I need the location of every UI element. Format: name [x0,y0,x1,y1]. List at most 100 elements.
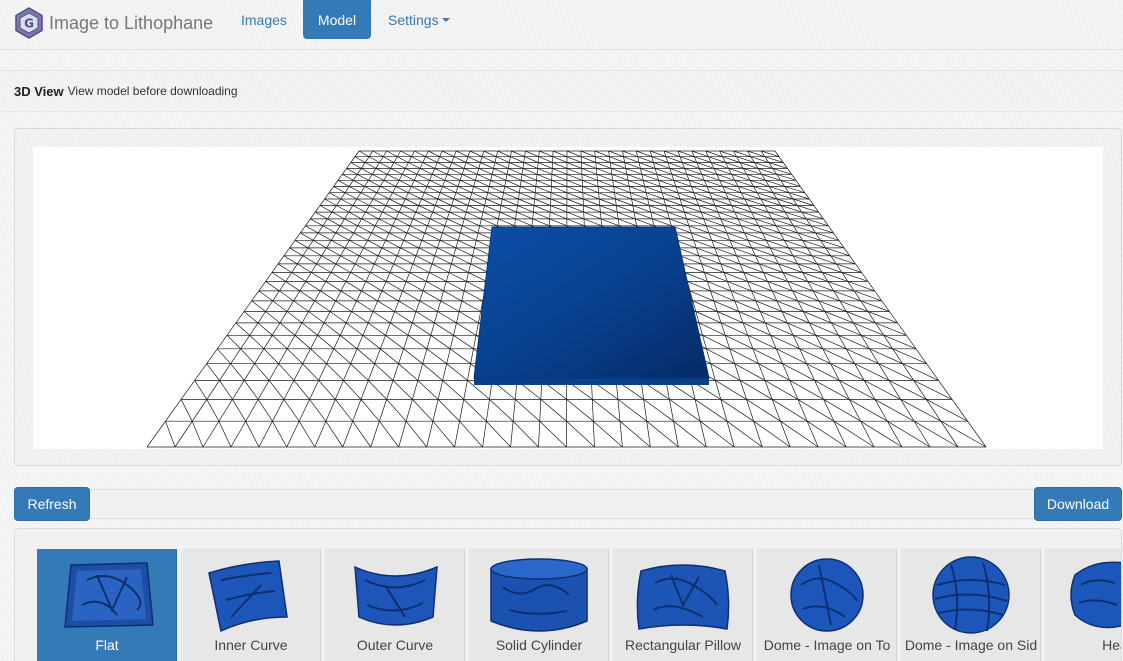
grid-line [395,218,411,227]
shape-card-inner-curve[interactable]: Inner Curve [181,549,321,661]
grid-line [405,281,424,292]
grid-line [417,173,430,181]
grid-line [772,168,792,175]
grid-line [538,156,553,163]
grid-line [566,218,585,227]
grid-line [758,363,790,381]
grid-line [599,198,617,206]
grid-line [356,300,374,312]
grid-line [552,156,568,163]
nav-images[interactable]: Images [241,0,287,39]
grid-line [291,272,306,282]
grid-line [446,281,465,292]
grid-line [581,162,597,169]
grid-line [536,179,552,187]
3d-viewer-canvas[interactable] [33,147,1103,449]
grid-line [456,322,477,336]
shape-card-outer-curve[interactable]: Outer Curve [325,549,465,661]
grid-line [344,247,360,257]
grid-line [429,218,446,227]
grid-line [362,335,381,350]
grid-line [692,300,718,312]
grid-line [411,186,425,194]
grid-line [412,218,428,227]
grid-line [243,311,259,324]
grid-line [435,205,450,213]
grid-line [615,198,633,206]
grid-line [753,420,791,448]
shape-card-dome-side[interactable]: Dome - Image on Sid [901,549,1041,661]
grid-line [539,420,567,448]
grid-line [673,179,692,187]
nav-settings[interactable]: Settings [388,0,450,39]
grid-line [764,380,799,400]
grid-line [635,218,655,227]
grid-line [271,272,286,282]
grid-line [647,198,666,206]
grid-line [566,399,594,422]
refresh-button[interactable]: Refresh [14,487,90,521]
grid-line [394,311,413,324]
dome-top-thumbnail-icon [790,558,864,632]
grid-line [415,311,435,324]
shape-card-rectangular-pillow[interactable]: Rectangular Pillow [613,549,753,661]
grid-line [251,300,266,312]
grid-line [455,247,473,257]
grid-line [566,150,582,158]
caret-down-icon [441,17,450,22]
grid-line [520,186,536,194]
grid-line [297,263,312,273]
grid-line [824,311,854,324]
grid-line [448,272,467,282]
shape-card-dome-top[interactable]: Dome - Image on To [757,549,897,661]
grid-line [617,211,636,220]
grid-line [486,198,502,206]
grid-line [646,192,664,200]
grid-line [392,225,408,234]
brand[interactable]: G Image to Lithophane [14,5,213,41]
grid-line [508,168,523,175]
grid-line [400,247,417,257]
grid-line [279,290,294,302]
grid-line [625,168,642,175]
grid-line [453,156,467,163]
grid-line [381,247,398,257]
shape-card-solid-cylinder[interactable]: Solid Cylinder [469,549,609,661]
grid-line [494,162,509,169]
grid-line [389,198,403,206]
grid-line [344,218,358,227]
grid-line [622,150,638,158]
rectangular-pillow-thumbnail-icon [636,564,730,630]
shape-card-heart[interactable]: Hea [1045,549,1121,661]
grid-line [351,311,369,324]
grid-line [524,156,539,163]
nav-model[interactable]: Model [303,0,371,39]
grid-line [717,255,741,265]
grid-line [874,399,915,422]
grid-line [772,399,808,422]
grid-line [538,162,553,169]
grid-line [369,205,383,213]
grid-line [682,263,705,273]
grid-line [367,380,387,400]
grid-line [406,232,423,241]
grid-line [337,179,350,187]
shape-card-flat[interactable]: Flat [37,549,177,661]
grid-line [393,263,410,273]
grid-line [781,311,810,324]
svg-text:G: G [24,17,34,31]
grid-line [519,192,535,200]
grid-line [650,150,667,158]
grid-line [370,272,387,282]
grid-line [667,211,687,220]
download-button[interactable]: Download [1034,487,1122,521]
lithophane-logo-icon: G [15,7,43,39]
toolbar-track [88,489,1036,519]
grid-line [412,263,430,273]
grid-line [467,156,481,163]
grid-line [293,300,309,312]
grid-line [415,211,431,220]
grid-line [272,421,288,448]
grid-line [398,179,412,187]
grid-line [245,421,260,448]
